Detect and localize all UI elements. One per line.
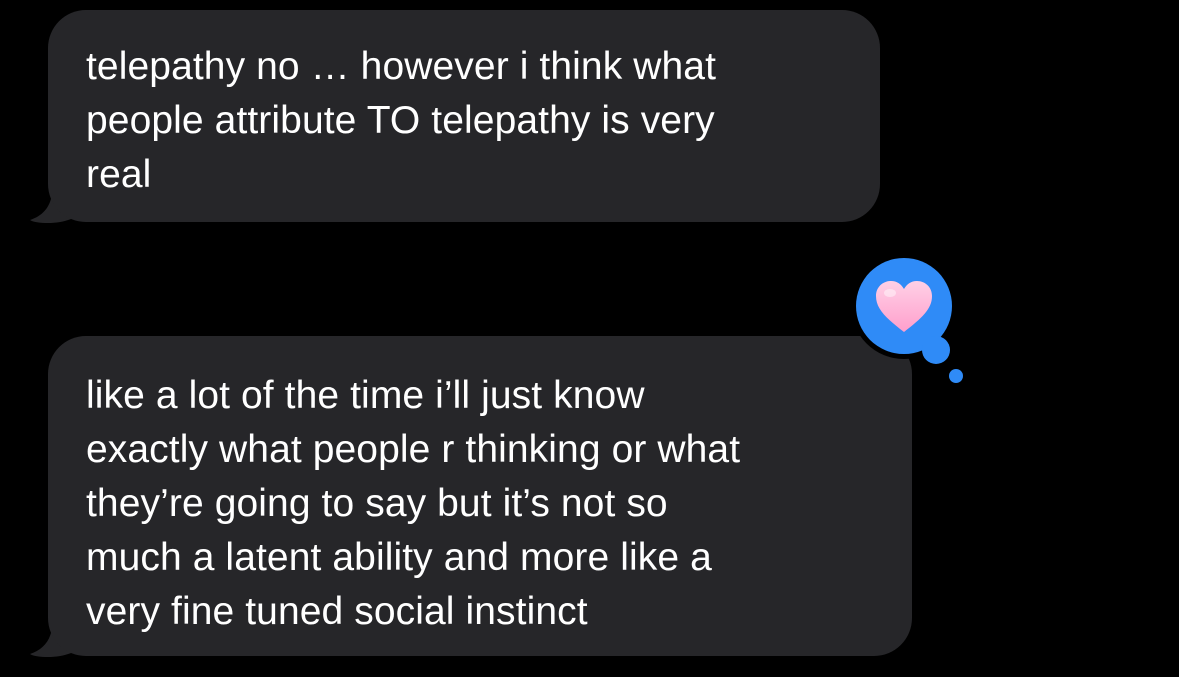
message-text-line: much a latent ability and more like a — [86, 536, 712, 579]
message-text-line: exactly what people r thinking or what — [86, 428, 741, 471]
tapback-badge-dot — [949, 369, 963, 383]
message-text-line: telepathy no … however i think what — [86, 45, 717, 88]
message-text-line: very fine tuned social instinct — [86, 590, 588, 633]
message-text-line: people attribute TO telepathy is very — [86, 99, 715, 142]
message-text-line: like a lot of the time i’ll just know — [86, 374, 645, 417]
message-text-line: they’re going to say but it’s not so — [86, 482, 668, 525]
message-text-line: real — [86, 153, 152, 196]
message-bubble[interactable]: like a lot of the time i’ll just know ex… — [48, 336, 912, 656]
tapback-badge-tail — [922, 336, 950, 364]
tapback-reaction[interactable] — [848, 252, 978, 392]
message-bubble[interactable]: telepathy no … however i think what peop… — [48, 10, 880, 222]
